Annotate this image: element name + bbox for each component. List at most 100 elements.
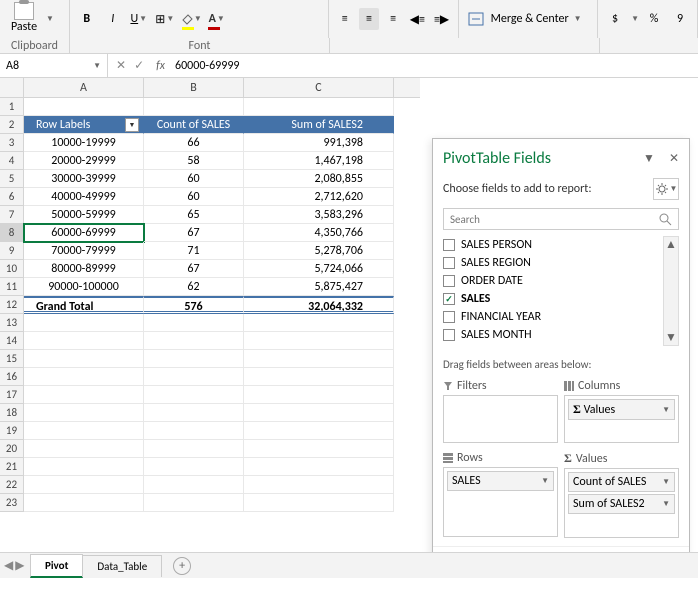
cell[interactable] [144,314,244,332]
name-box[interactable]: A8 ▼ [0,54,108,77]
row-header[interactable]: 5 [0,170,24,188]
cell[interactable] [144,404,244,422]
cell[interactable] [24,350,144,368]
percent-button[interactable]: % [643,8,665,30]
row-header[interactable]: 6 [0,188,24,206]
tab-next-icon[interactable]: ▶ [15,558,24,573]
cell[interactable] [144,98,244,116]
cell[interactable]: 90000-100000 [24,278,144,296]
values-area[interactable]: Count of SALES▼ Sum of SALES2▼ [564,468,679,538]
row-header[interactable]: 17 [0,386,24,404]
gear-button[interactable]: ▼ [653,178,679,200]
cell[interactable] [144,332,244,350]
row-header[interactable]: 2 [0,116,24,134]
cell[interactable] [24,476,144,494]
cell[interactable]: Row Labels▼ [24,116,144,134]
tab-prev-icon[interactable]: ◀ [4,558,13,573]
cell[interactable] [24,440,144,458]
cell[interactable]: 50000-59999 [24,206,144,224]
cell[interactable]: 991,398 [244,134,394,152]
align-right-button[interactable]: ≡ [383,8,403,30]
tab-pivot[interactable]: Pivot [30,554,83,578]
row-header[interactable]: 15 [0,350,24,368]
cell[interactable]: 80000-89999 [24,260,144,278]
col-header-a[interactable]: A [24,78,144,97]
cell[interactable]: 576 [144,296,244,314]
row-header[interactable]: 23 [0,494,24,512]
field-search[interactable] [443,208,679,230]
cell[interactable] [244,440,394,458]
cell[interactable] [244,494,394,512]
cell[interactable]: 62 [144,278,244,296]
tab-data-table[interactable]: Data_Table [82,555,162,577]
cell[interactable] [244,368,394,386]
cell[interactable] [244,422,394,440]
select-all-corner[interactable] [0,78,24,97]
cell[interactable] [144,440,244,458]
merge-center-button[interactable]: Merge & Center [491,12,569,26]
field-item[interactable]: SALES PERSON [443,236,679,254]
row-header[interactable]: 4 [0,152,24,170]
row-header[interactable]: 14 [0,332,24,350]
align-left-button[interactable]: ≡ [335,8,355,30]
pane-menu-icon[interactable]: ▼ [643,151,655,166]
field-item[interactable]: ORDER DATE [443,272,679,290]
row-header[interactable]: 8 [0,224,24,242]
filter-button[interactable]: ▼ [125,118,139,132]
cell[interactable]: 70000-79999 [24,242,144,260]
cell[interactable] [24,404,144,422]
cell[interactable]: 60000-69999 [24,224,144,242]
field-scrollbar[interactable]: ▲▼ [663,236,679,346]
comma-button[interactable]: 9 [669,8,691,30]
cell[interactable] [244,476,394,494]
cell[interactable] [244,332,394,350]
cell[interactable] [24,314,144,332]
cell[interactable]: 10000-19999 [24,134,144,152]
enter-formula-icon[interactable]: ✓ [134,58,144,73]
align-center-button[interactable]: ≡ [359,8,379,30]
formula-bar[interactable]: 60000-69999 [169,57,698,75]
fx-icon[interactable]: fx [152,59,169,73]
cell[interactable] [144,458,244,476]
cell[interactable] [244,404,394,422]
rows-area[interactable]: SALES▼ [443,467,558,537]
cell[interactable]: 32,064,332 [244,296,394,314]
col-header-b[interactable]: B [144,78,244,97]
cell[interactable]: Sum of SALES2 [244,116,394,134]
underline-button[interactable]: U▼ [128,8,150,30]
cell[interactable] [244,386,394,404]
cell[interactable] [24,98,144,116]
values-pill-count[interactable]: Count of SALES▼ [568,472,675,492]
cell[interactable]: Grand Total [24,296,144,314]
row-header[interactable]: 3 [0,134,24,152]
indent-increase-button[interactable]: ≡▶ [431,8,451,30]
cell[interactable] [144,350,244,368]
filters-area[interactable] [443,395,558,443]
clipboard-expand[interactable]: ▼ [46,14,54,24]
cell[interactable] [144,494,244,512]
indent-decrease-button[interactable]: ◀≡ [407,8,427,30]
field-item[interactable]: SALES REGION [443,254,679,272]
cell[interactable]: 5,278,706 [244,242,394,260]
cell[interactable] [144,368,244,386]
cell[interactable]: 2,080,855 [244,170,394,188]
close-icon[interactable]: ✕ [669,151,679,166]
col-header-c[interactable]: C [244,78,394,97]
cell[interactable] [244,314,394,332]
field-item[interactable]: ✓SALES [443,290,679,308]
cell[interactable]: 67 [144,260,244,278]
font-color-button[interactable]: A▼ [206,8,228,30]
cell[interactable]: 2,712,620 [244,188,394,206]
cell[interactable]: 3,583,296 [244,206,394,224]
field-item[interactable]: SALES MONTH [443,326,679,344]
cell[interactable] [24,332,144,350]
row-header[interactable]: 9 [0,242,24,260]
cell[interactable]: 1,467,198 [244,152,394,170]
rows-pill-sales[interactable]: SALES▼ [447,471,554,491]
cell[interactable]: 40000-49999 [24,188,144,206]
row-header[interactable]: 10 [0,260,24,278]
row-header[interactable]: 22 [0,476,24,494]
row-header[interactable]: 13 [0,314,24,332]
values-pill-sum[interactable]: Sum of SALES2▼ [568,494,675,514]
cell[interactable]: 4,350,766 [244,224,394,242]
